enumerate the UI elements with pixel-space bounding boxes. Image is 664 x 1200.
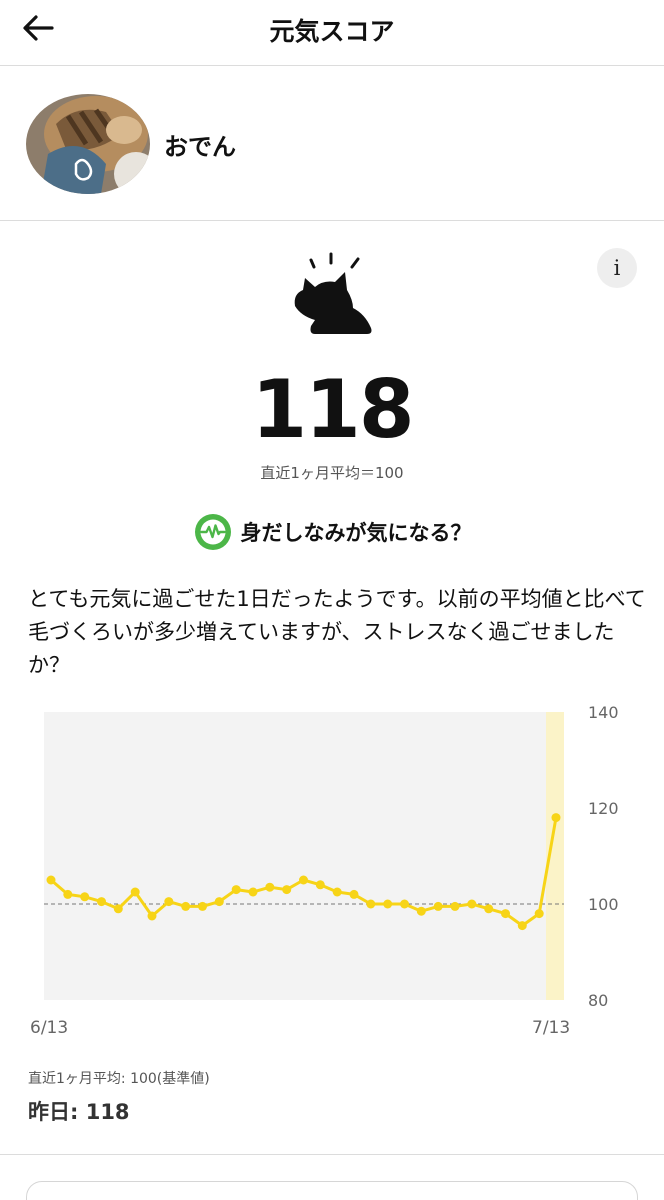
data-point [332,887,342,897]
data-point [501,909,510,919]
data-point [467,899,477,909]
data-point [265,882,275,892]
pet-profile: おでん [0,67,664,221]
y-tick-label: 140 [588,703,619,722]
data-point [484,904,494,914]
data-point [517,921,527,931]
heartbeat-icon [194,514,231,550]
data-point [366,899,376,909]
x-tick-label: 7/13 [532,1018,570,1038]
data-point [433,901,443,911]
data-point [97,897,106,907]
data-point [282,885,292,895]
data-point [534,909,544,919]
data-point [400,899,409,909]
y-tick-label: 100 [588,895,619,914]
score-value: 118 [251,363,415,456]
plot-area [44,712,564,1000]
yesterday-score: 昨日: 118 [28,1100,130,1124]
divider [0,1154,664,1155]
info-icon: i [613,256,621,280]
score-chart: 140 120 100 80 6/13 7/13 [30,703,619,1038]
footer-average: 直近1ヶ月平均: 100(基準値) [28,1071,210,1087]
data-point [181,901,191,911]
pet-name: おでん [164,133,236,161]
data-point [416,906,426,916]
app-header: 元気スコア [0,0,664,66]
data-point [147,911,157,921]
data-point [231,885,241,895]
data-point [349,889,359,899]
data-point [80,892,90,902]
data-point [383,899,393,909]
description-text: とても元気に過ごせた1日だったようです。以前の平均値と比べて毛づくろいが多少増え… [28,587,646,677]
cat-sun-icon [294,252,372,334]
page-title: 元気スコア [269,17,395,46]
y-tick-label: 120 [588,799,619,818]
data-point [299,875,308,885]
data-point [214,897,224,907]
insight-row: 身だしなみが気になる？ [0,510,664,554]
insight-text: 身だしなみが気になる？ [240,521,472,545]
avatar [26,94,150,194]
data-point [130,887,140,897]
y-tick-label: 80 [588,991,608,1010]
info-button[interactable]: i [597,248,637,288]
data-point [46,875,56,885]
data-point [315,880,325,890]
data-point [198,901,207,911]
data-point [63,889,73,899]
x-tick-label: 6/13 [30,1018,68,1038]
data-point [450,901,460,911]
next-card[interactable] [26,1181,638,1200]
data-point [551,813,561,823]
data-point [164,897,174,907]
data-point [113,904,123,914]
data-point [248,887,258,897]
average-text: 直近1ヶ月平均＝100 [260,464,404,482]
